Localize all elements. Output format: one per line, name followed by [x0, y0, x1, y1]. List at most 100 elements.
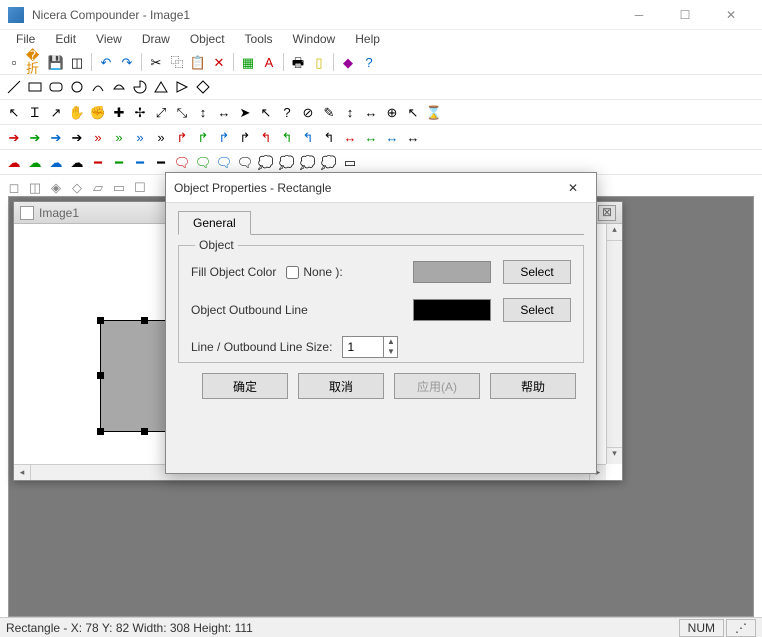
redo-icon[interactable]: ↷ [117, 52, 137, 72]
maximize-button[interactable]: ☐ [662, 0, 708, 30]
line-icon[interactable] [4, 77, 24, 97]
handle-bm[interactable] [141, 428, 148, 435]
close-button[interactable]: ✕ [708, 0, 754, 30]
menu-edit[interactable]: Edit [45, 30, 86, 50]
help-contents-icon[interactable]: ◆ [338, 52, 358, 72]
misc6-icon[interactable]: ▭ [109, 177, 129, 197]
bubble1-green-icon[interactable]: ☁ [25, 152, 45, 172]
cursor-move-icon[interactable]: ✢ [130, 102, 150, 122]
arc-icon[interactable] [88, 77, 108, 97]
handle-tl[interactable] [97, 317, 104, 324]
bend-l-green-icon[interactable]: ↰ [277, 127, 297, 147]
arrow-dr-blue-icon[interactable]: » [130, 127, 150, 147]
handle-tm[interactable] [141, 317, 148, 324]
line-size-spinner[interactable]: ▲▼ [342, 336, 398, 358]
arrow-r-blue-icon[interactable]: ➔ [46, 127, 66, 147]
menu-window[interactable]: Window [283, 30, 346, 50]
cursor-arrow-icon[interactable]: ↖ [4, 102, 24, 122]
cursor-pen-icon[interactable]: ✎ [319, 102, 339, 122]
cursor-nesw-icon[interactable]: ⤢ [151, 102, 171, 122]
child-close-icon[interactable]: ⊠ [598, 205, 616, 221]
cursor-ptr-icon[interactable]: ↗ [46, 102, 66, 122]
cursor-nwse-icon[interactable]: ⤡ [172, 102, 192, 122]
menu-help[interactable]: Help [345, 30, 390, 50]
think-black-icon[interactable]: 💭 [319, 152, 339, 172]
copy-icon[interactable]: ⿻ [167, 52, 187, 72]
arrow-dr-green-icon[interactable]: » [109, 127, 129, 147]
text-icon[interactable]: A [259, 52, 279, 72]
apply-button[interactable]: 应用(A) [394, 373, 480, 399]
speech-green-icon[interactable]: 🗨 [193, 152, 213, 172]
triangle-icon[interactable] [151, 77, 171, 97]
cursor-cross-icon[interactable]: ✚ [109, 102, 129, 122]
diamond-icon[interactable] [193, 77, 213, 97]
think-green-icon[interactable]: 💭 [277, 152, 297, 172]
cursor-no-icon[interactable]: ⊘ [298, 102, 318, 122]
cursor-precision-icon[interactable]: ⊕ [382, 102, 402, 122]
handle-ml[interactable] [97, 372, 104, 379]
arrow-r-green-icon[interactable]: ➔ [25, 127, 45, 147]
menu-file[interactable]: File [6, 30, 45, 50]
cursor-ew-icon[interactable]: ↔ [214, 102, 234, 122]
bubble1-blue-icon[interactable]: ☁ [46, 152, 66, 172]
print-icon[interactable]: 🖶 [288, 52, 308, 72]
bend-r-blue-icon[interactable]: ↱ [214, 127, 234, 147]
dialog-titlebar[interactable]: Object Properties - Rectangle ✕ [166, 173, 596, 203]
cursor-harrow-icon[interactable]: ↔ [361, 102, 381, 122]
think-red-icon[interactable]: 💭 [256, 152, 276, 172]
arrow-r-black-icon[interactable]: ➔ [67, 127, 87, 147]
dialog-close-icon[interactable]: ✕ [558, 173, 588, 203]
menu-view[interactable]: View [86, 30, 132, 50]
scrollbar-vertical[interactable] [606, 224, 622, 464]
cursor-text-icon[interactable]: Ꮖ [25, 102, 45, 122]
line-blue-icon[interactable]: ━ [130, 152, 150, 172]
spin-down-icon[interactable]: ▼ [384, 347, 397, 357]
bubble1-black-icon[interactable]: ☁ [67, 152, 87, 172]
menu-draw[interactable]: Draw [132, 30, 180, 50]
menu-object[interactable]: Object [180, 30, 235, 50]
bend-r-red-icon[interactable]: ↱ [172, 127, 192, 147]
bend-r-black-icon[interactable]: ↱ [235, 127, 255, 147]
darrow-blue-icon[interactable]: ↔ [382, 127, 402, 147]
misc2-icon[interactable]: ◫ [25, 177, 45, 197]
cursor-arrowf-icon[interactable]: ➤ [235, 102, 255, 122]
open-icon[interactable]: �折 [25, 52, 45, 72]
misc1-icon[interactable]: ◻ [4, 177, 24, 197]
image-icon[interactable]: ▦ [238, 52, 258, 72]
darrow-red-icon[interactable]: ↔ [340, 127, 360, 147]
rtriangle-icon[interactable] [172, 77, 192, 97]
arrow-r-red-icon[interactable]: ➔ [4, 127, 24, 147]
new-icon[interactable]: ▫ [4, 52, 24, 72]
line-black-icon[interactable]: ━ [151, 152, 171, 172]
cursor-help-icon[interactable]: ? [277, 102, 297, 122]
spin-up-icon[interactable]: ▲ [384, 337, 397, 347]
darrow-green-icon[interactable]: ↔ [361, 127, 381, 147]
bend-l-blue-icon[interactable]: ↰ [298, 127, 318, 147]
cursor-ns-icon[interactable]: ↕ [193, 102, 213, 122]
select-line-button[interactable]: Select [503, 298, 571, 322]
misc4-icon[interactable]: ◇ [67, 177, 87, 197]
darrow-black-icon[interactable]: ↔ [403, 127, 423, 147]
cancel-button[interactable]: 取消 [298, 373, 384, 399]
cursor-carrow-icon[interactable]: ↖ [256, 102, 276, 122]
help-icon[interactable]: ? [359, 52, 379, 72]
delete-icon[interactable]: ✕ [209, 52, 229, 72]
misc5-icon[interactable]: ▱ [88, 177, 108, 197]
bend-r-green-icon[interactable]: ↱ [193, 127, 213, 147]
roundrect-icon[interactable] [46, 77, 66, 97]
line-size-input[interactable] [343, 337, 383, 357]
rect-icon[interactable] [25, 77, 45, 97]
speech-red-icon[interactable]: 🗨 [172, 152, 192, 172]
pie-icon[interactable] [130, 77, 150, 97]
paste-icon[interactable]: 📋 [188, 52, 208, 72]
bend-l-black-icon[interactable]: ↰ [319, 127, 339, 147]
chord-icon[interactable] [109, 77, 129, 97]
speech-black-icon[interactable]: 🗨 [235, 152, 255, 172]
circle-icon[interactable] [67, 77, 87, 97]
handle-bl[interactable] [97, 428, 104, 435]
tab-general[interactable]: General [178, 211, 251, 235]
rect-black-icon[interactable]: ▭ [340, 152, 360, 172]
minimize-button[interactable]: ─ [616, 0, 662, 30]
menu-tools[interactable]: Tools [235, 30, 283, 50]
none-checkbox[interactable] [286, 266, 299, 279]
